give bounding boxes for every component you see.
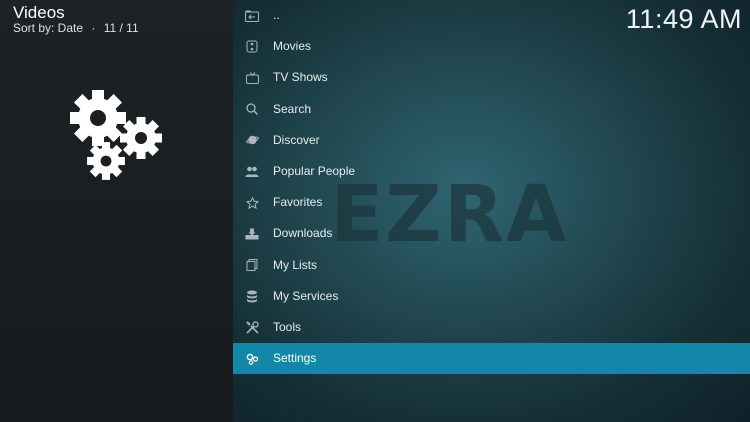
main-menu: .. Movies TV Shows Search Discover Popul… xyxy=(233,0,750,375)
menu-item-favorites[interactable]: Favorites xyxy=(233,187,750,218)
people-icon xyxy=(245,156,259,187)
item-position: 11 / 11 xyxy=(103,21,139,35)
search-icon xyxy=(245,94,259,125)
menu-item-discover[interactable]: Discover xyxy=(233,125,750,156)
menu-item-label: Downloads xyxy=(273,226,333,241)
menu-item-my-services[interactable]: My Services xyxy=(233,281,750,312)
page-title: Videos xyxy=(13,3,65,22)
database-icon xyxy=(245,281,259,312)
menu-item-settings[interactable]: Settings xyxy=(233,343,750,375)
menu-item-label: .. xyxy=(273,8,280,22)
gears-icon xyxy=(245,343,259,374)
download-icon xyxy=(245,218,259,249)
menu-item-my-lists[interactable]: My Lists xyxy=(233,250,750,281)
lists-icon xyxy=(245,250,259,281)
planet-icon xyxy=(245,125,259,156)
menu-item-label: Discover xyxy=(273,132,320,147)
menu-item-label: Settings xyxy=(273,351,317,366)
menu-item-label: Tools xyxy=(273,319,302,334)
separator: · xyxy=(91,21,96,35)
sort-label: Sort by: Date xyxy=(13,21,84,35)
menu-item-downloads[interactable]: Downloads xyxy=(233,218,750,249)
tools-icon xyxy=(245,312,259,343)
menu-item-label: My Services xyxy=(273,288,339,303)
tv-icon xyxy=(245,62,259,93)
gears-icon xyxy=(70,90,162,180)
menu-item-popular-people[interactable]: Popular People xyxy=(233,156,750,187)
menu-item-label: Favorites xyxy=(273,195,323,210)
menu-item-label: My Lists xyxy=(273,257,318,272)
menu-item-tv-shows[interactable]: TV Shows xyxy=(233,62,750,93)
folder-up-icon xyxy=(245,0,259,31)
star-icon xyxy=(245,187,259,218)
menu-item-label: Search xyxy=(273,101,312,116)
film-icon xyxy=(245,31,259,62)
menu-item-label: TV Shows xyxy=(273,70,328,85)
menu-item-movies[interactable]: Movies xyxy=(233,31,750,62)
menu-item-label: Movies xyxy=(273,39,312,54)
left-pane xyxy=(0,0,233,422)
menu-item-search[interactable]: Search xyxy=(233,94,750,125)
menu-item-label: Popular People xyxy=(273,163,356,178)
menu-item-tools[interactable]: Tools xyxy=(233,312,750,343)
sort-status: Sort by: Date · 11 / 11 xyxy=(13,21,139,35)
menu-item-parent-folder[interactable]: .. xyxy=(233,0,750,31)
